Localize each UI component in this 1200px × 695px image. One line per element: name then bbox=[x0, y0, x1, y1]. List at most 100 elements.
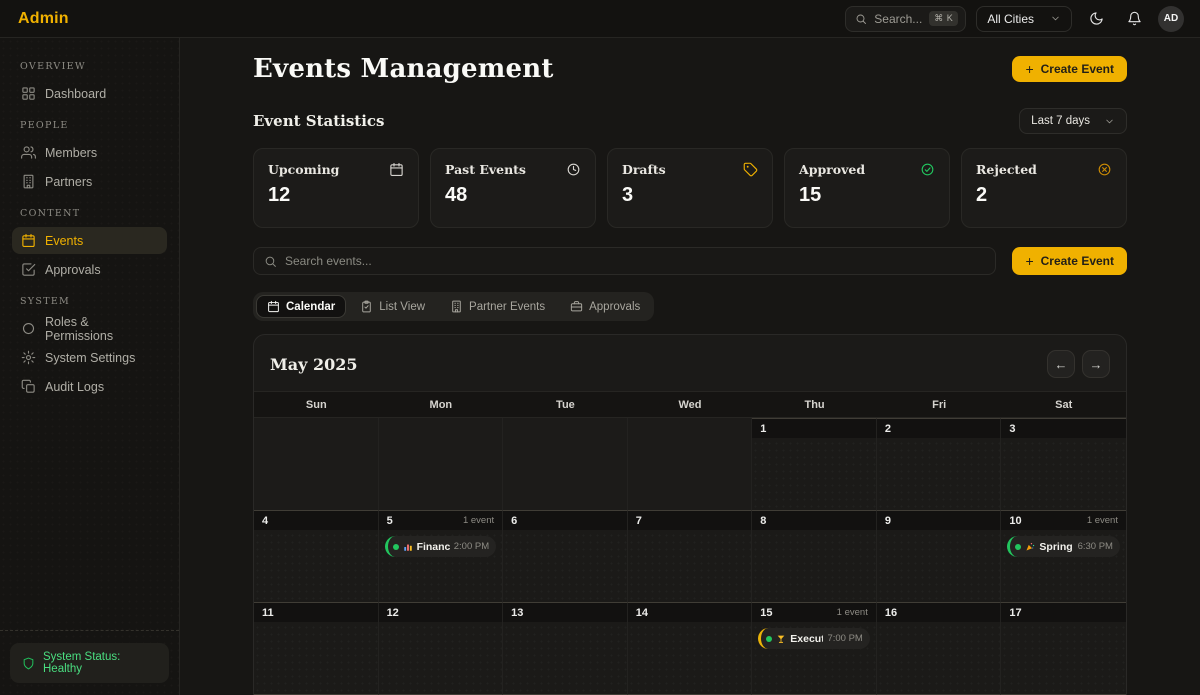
events-search-field bbox=[253, 247, 996, 275]
calendar-cell-1[interactable]: 1 bbox=[752, 418, 877, 510]
cell-day-number: 1 bbox=[760, 423, 766, 435]
calendar-cell-9[interactable]: 9 bbox=[877, 510, 1002, 602]
stat-card-upcoming: Upcoming12 bbox=[253, 148, 419, 228]
cell-day-number: 4 bbox=[262, 515, 268, 527]
page-title: Events Management bbox=[253, 52, 554, 86]
sidebar-item-roles-permissions[interactable]: Roles & Permissions bbox=[12, 315, 167, 342]
system-status-badge: System Status: Healthy bbox=[10, 643, 169, 683]
stat-card-label: Past Events bbox=[445, 162, 526, 177]
city-filter-value: All Cities bbox=[987, 12, 1034, 26]
stat-card-value: 2 bbox=[976, 184, 1112, 207]
calendar-icon bbox=[21, 233, 36, 248]
sidebar-item-label: Approvals bbox=[45, 263, 101, 277]
stat-card-label: Rejected bbox=[976, 162, 1037, 177]
clock-icon bbox=[566, 162, 581, 177]
calendar-cell-12[interactable]: 12 bbox=[379, 602, 504, 694]
calendar-cell-13[interactable]: 13 bbox=[503, 602, 628, 694]
calendar-cell-3[interactable]: 3 bbox=[1001, 418, 1126, 510]
sidebar-item-dashboard[interactable]: Dashboard bbox=[12, 80, 167, 107]
briefcase-icon bbox=[570, 300, 583, 313]
cell-event-count: 1 event bbox=[837, 607, 868, 618]
sidebar-item-label: Members bbox=[45, 146, 97, 160]
cell-day-number: 17 bbox=[1009, 607, 1021, 619]
cell-day-number: 15 bbox=[760, 607, 772, 619]
brand-logo[interactable]: Admin bbox=[18, 10, 69, 28]
calendar-cell-17[interactable]: 17 bbox=[1001, 602, 1126, 694]
event-time: 2:00 PM bbox=[454, 541, 489, 552]
date-range-value: Last 7 days bbox=[1031, 115, 1090, 127]
copy-icon bbox=[21, 379, 36, 394]
event-title: Executive ... bbox=[790, 633, 823, 645]
chevron-down-icon bbox=[1050, 13, 1061, 24]
sidebar-item-approvals[interactable]: Approvals bbox=[12, 256, 167, 283]
date-range-select[interactable]: Last 7 days bbox=[1019, 108, 1127, 134]
calendar-nav: ← → bbox=[1047, 350, 1110, 378]
calendar-cell-empty bbox=[628, 418, 753, 510]
party-emoji bbox=[1025, 542, 1035, 552]
day-header-fri: Fri bbox=[877, 392, 1002, 417]
tab-list-view[interactable]: List View bbox=[349, 295, 436, 318]
event-time: 7:00 PM bbox=[827, 633, 862, 644]
create-event-button-secondary[interactable]: + Create Event bbox=[1012, 247, 1127, 275]
events-search-input[interactable] bbox=[285, 254, 985, 268]
shield-icon bbox=[22, 657, 35, 670]
cell-event-count: 1 event bbox=[1087, 515, 1118, 526]
global-search-placeholder: Search... bbox=[874, 12, 922, 26]
event-chip-executive[interactable]: Executive ... 7:00 PM bbox=[758, 628, 870, 649]
calendar-cell-11[interactable]: 11 bbox=[254, 602, 379, 694]
sidebar-item-label: Events bbox=[45, 234, 83, 248]
calendar-cell-5[interactable]: 51 eventFinancial W...2:00 PM bbox=[379, 510, 504, 602]
sidebar-item-events[interactable]: Events bbox=[12, 227, 167, 254]
tab-approvals[interactable]: Approvals bbox=[559, 295, 651, 318]
sidebar-item-audit-logs[interactable]: Audit Logs bbox=[12, 373, 167, 400]
x-circle-icon bbox=[1097, 162, 1112, 177]
cell-day-number: 11 bbox=[262, 607, 274, 619]
sidebar-section-people: People bbox=[20, 120, 159, 131]
sidebar-item-label: Audit Logs bbox=[45, 380, 104, 394]
calendar-cell-10[interactable]: 10 1 event Spring Fas...6:30 PM bbox=[1001, 510, 1126, 602]
plus-icon: + bbox=[1025, 253, 1033, 269]
next-month-button[interactable]: → bbox=[1082, 350, 1110, 378]
cell-day-number: 16 bbox=[885, 607, 897, 619]
sidebar-nav: OverviewDashboardPeopleMembersPartnersCo… bbox=[12, 61, 167, 400]
circle-icon bbox=[21, 321, 36, 336]
gear-icon bbox=[21, 350, 36, 365]
cocktail-emoji bbox=[776, 634, 786, 644]
event-chip-financial-w[interactable]: Financial W...2:00 PM bbox=[385, 536, 497, 557]
prev-month-button[interactable]: ← bbox=[1047, 350, 1075, 378]
calendar-header: May 2025 ← → bbox=[254, 335, 1126, 391]
stat-card-drafts: Drafts3 bbox=[607, 148, 773, 228]
shell: OverviewDashboardPeopleMembersPartnersCo… bbox=[0, 38, 1200, 695]
calendar-cell-6[interactable]: 6 bbox=[503, 510, 628, 602]
theme-toggle-button[interactable] bbox=[1082, 5, 1110, 33]
create-event-button[interactable]: + Create Event bbox=[1012, 56, 1127, 82]
calendar-cell-4[interactable]: 4 bbox=[254, 510, 379, 602]
sidebar-item-partners[interactable]: Partners bbox=[12, 168, 167, 195]
cell-event-count: 1 event bbox=[463, 515, 494, 526]
users-icon bbox=[21, 145, 36, 160]
calendar-cell-7[interactable]: 7 bbox=[628, 510, 753, 602]
day-header-tue: Tue bbox=[503, 392, 628, 417]
view-tabs-wrap: CalendarList ViewPartner EventsApprovals bbox=[253, 275, 1127, 321]
sidebar-item-members[interactable]: Members bbox=[12, 139, 167, 166]
calendar-cell-8[interactable]: 8 bbox=[752, 510, 877, 602]
calendar-cell-16[interactable]: 16 bbox=[877, 602, 1002, 694]
tab-partner-events[interactable]: Partner Events bbox=[439, 295, 556, 318]
global-search[interactable]: Search... ⌘ K bbox=[845, 6, 966, 32]
sidebar-status-area: System Status: Healthy bbox=[0, 630, 179, 695]
notifications-button[interactable] bbox=[1120, 5, 1148, 33]
sidebar-section-content: Content bbox=[20, 208, 159, 219]
calendar-grid: 123451 eventFinancial W...2:00 PM6789101… bbox=[254, 418, 1126, 695]
event-chip-spring-fas[interactable]: Spring Fas...6:30 PM bbox=[1007, 536, 1120, 557]
city-filter-select[interactable]: All Cities bbox=[976, 6, 1072, 32]
cell-day-number: 10 bbox=[1009, 515, 1021, 527]
sidebar-item-system-settings[interactable]: System Settings bbox=[12, 344, 167, 371]
cell-day-number: 14 bbox=[636, 607, 648, 619]
calendar-cell-15[interactable]: 15 1 event Executive ... 7:00 PM bbox=[752, 602, 877, 694]
calendar-cell-2[interactable]: 2 bbox=[877, 418, 1002, 510]
avatar[interactable]: AD bbox=[1158, 6, 1184, 32]
tab-calendar[interactable]: Calendar bbox=[256, 295, 346, 318]
cell-day-number: 8 bbox=[760, 515, 766, 527]
calendar-cell-14[interactable]: 14 bbox=[628, 602, 753, 694]
chart-emoji bbox=[403, 542, 413, 552]
